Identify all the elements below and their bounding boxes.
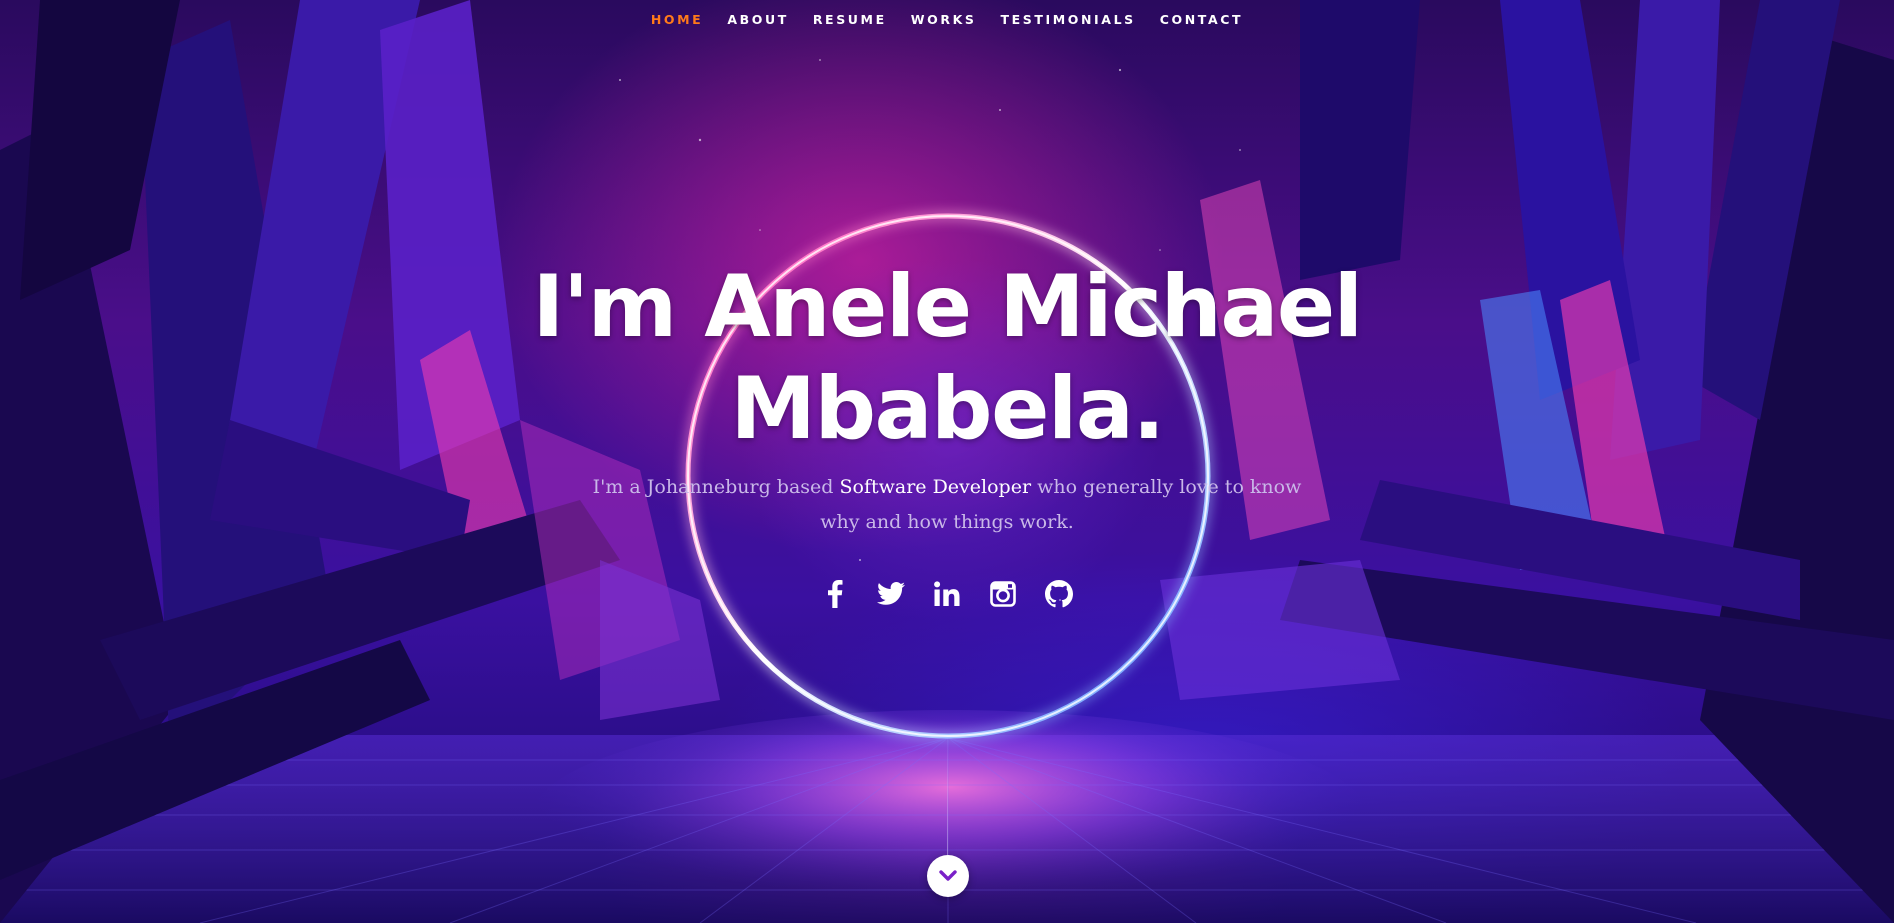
headline-line-1: I'm Anele Michael — [532, 257, 1363, 357]
social-links — [0, 578, 1894, 610]
linkedin-link[interactable] — [932, 578, 962, 610]
tagline-intro: I'm a Johanneburg based — [592, 476, 840, 498]
github-icon — [1045, 580, 1073, 608]
scroll-down-button[interactable] — [927, 855, 969, 897]
twitter-link[interactable] — [876, 578, 906, 610]
hero-tagline: I'm a Johanneburg based Software Develop… — [582, 470, 1312, 540]
facebook-icon — [828, 580, 843, 608]
scroll-indicator-line — [947, 730, 948, 855]
tagline-role: Software Developer — [839, 476, 1032, 498]
nav-about[interactable]: ABOUT — [727, 12, 789, 27]
linkedin-icon — [934, 581, 960, 606]
github-link[interactable] — [1044, 578, 1074, 610]
main-navigation: HOME ABOUT RESUME WORKS TESTIMONIALS CON… — [0, 0, 1894, 38]
nav-contact[interactable]: CONTACT — [1160, 12, 1243, 27]
twitter-icon — [877, 582, 905, 605]
nav-home[interactable]: HOME — [651, 12, 703, 27]
hero-section: HOME ABOUT RESUME WORKS TESTIMONIALS CON… — [0, 0, 1894, 923]
facebook-link[interactable] — [820, 578, 850, 610]
nav-testimonials[interactable]: TESTIMONIALS — [1000, 12, 1135, 27]
instagram-link[interactable] — [988, 578, 1018, 610]
hero-headline: I'm Anele Michael Mbabela. — [0, 256, 1894, 460]
nav-works[interactable]: WORKS — [911, 12, 977, 27]
chevron-down-icon — [939, 870, 957, 881]
instagram-icon — [990, 581, 1016, 607]
headline-line-2: Mbabela. — [730, 359, 1165, 459]
nav-resume[interactable]: RESUME — [813, 12, 887, 27]
